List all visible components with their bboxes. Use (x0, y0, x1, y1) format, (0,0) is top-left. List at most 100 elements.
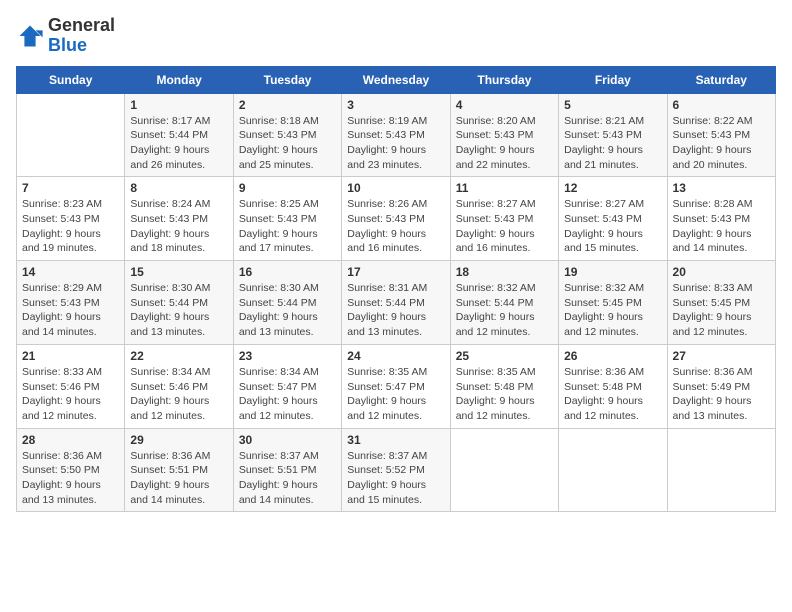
calendar-cell: 26 Sunrise: 8:36 AMSunset: 5:48 PMDayligh… (559, 344, 667, 428)
day-number: 23 (239, 349, 336, 363)
day-number: 12 (564, 181, 661, 195)
day-number: 16 (239, 265, 336, 279)
calendar-cell (667, 428, 775, 512)
day-info: Sunrise: 8:34 AMSunset: 5:46 PMDaylight:… (130, 365, 227, 424)
day-info: Sunrise: 8:37 AMSunset: 5:52 PMDaylight:… (347, 449, 444, 508)
day-info: Sunrise: 8:30 AMSunset: 5:44 PMDaylight:… (130, 281, 227, 340)
day-number: 5 (564, 98, 661, 112)
calendar-cell: 2Sunrise: 8:18 AMSunset: 5:43 PMDaylight… (233, 93, 341, 177)
day-info: Sunrise: 8:23 AMSunset: 5:43 PMDaylight:… (22, 197, 119, 256)
calendar-cell: 4 Sunrise: 8:20 AMSunset: 5:43 PMDaylight… (450, 93, 558, 177)
calendar-cell: 13 Sunrise: 8:28 AMSunset: 5:43 PMDayligh… (667, 177, 775, 261)
day-info: Sunrise: 8:36 AMSunset: 5:51 PMDaylight:… (130, 449, 227, 508)
day-info: Sunrise: 8:26 AMSunset: 5:43 PMDaylight:… (347, 197, 444, 256)
calendar-cell: 12 Sunrise: 8:27 AMSunset: 5:43 PMDayligh… (559, 177, 667, 261)
day-info: Sunrise: 8:29 AMSunset: 5:43 PMDaylight:… (22, 281, 119, 340)
day-number: 4 (456, 98, 553, 112)
day-number: 25 (456, 349, 553, 363)
day-number: 18 (456, 265, 553, 279)
day-info: Sunrise: 8:36 AMSunset: 5:48 PMDaylight:… (564, 365, 661, 424)
calendar-cell: 15Sunrise: 8:30 AMSunset: 5:44 PMDayligh… (125, 261, 233, 345)
calendar-cell: 29 Sunrise: 8:36 AMSunset: 5:51 PMDayligh… (125, 428, 233, 512)
day-number: 14 (22, 265, 119, 279)
day-info: Sunrise: 8:36 AMSunset: 5:49 PMDaylight:… (673, 365, 770, 424)
day-info: Sunrise: 8:35 AMSunset: 5:47 PMDaylight:… (347, 365, 444, 424)
day-number: 11 (456, 181, 553, 195)
day-number: 26 (564, 349, 661, 363)
day-number: 6 (673, 98, 770, 112)
calendar-cell: 8Sunrise: 8:24 AMSunset: 5:43 PMDaylight… (125, 177, 233, 261)
day-info: Sunrise: 8:36 AMSunset: 5:50 PMDaylight:… (22, 449, 119, 508)
day-info: Sunrise: 8:17 AMSunset: 5:44 PMDaylight:… (130, 114, 227, 173)
logo-icon (16, 22, 44, 50)
col-header-tuesday: Tuesday (233, 66, 341, 93)
day-info: Sunrise: 8:32 AMSunset: 5:44 PMDaylight:… (456, 281, 553, 340)
day-info: Sunrise: 8:28 AMSunset: 5:43 PMDaylight:… (673, 197, 770, 256)
day-number: 28 (22, 433, 119, 447)
calendar-cell: 7 Sunrise: 8:23 AMSunset: 5:43 PMDaylight… (17, 177, 125, 261)
calendar-cell (559, 428, 667, 512)
logo-line1: General (48, 16, 115, 36)
day-number: 27 (673, 349, 770, 363)
day-info: Sunrise: 8:25 AMSunset: 5:43 PMDaylight:… (239, 197, 336, 256)
day-info: Sunrise: 8:35 AMSunset: 5:48 PMDaylight:… (456, 365, 553, 424)
day-info: Sunrise: 8:37 AMSunset: 5:51 PMDaylight:… (239, 449, 336, 508)
day-info: Sunrise: 8:33 AMSunset: 5:46 PMDaylight:… (22, 365, 119, 424)
day-info: Sunrise: 8:32 AMSunset: 5:45 PMDaylight:… (564, 281, 661, 340)
calendar-cell: 1 Sunrise: 8:17 AMSunset: 5:44 PMDaylight… (125, 93, 233, 177)
col-header-thursday: Thursday (450, 66, 558, 93)
day-info: Sunrise: 8:27 AMSunset: 5:43 PMDaylight:… (564, 197, 661, 256)
day-info: Sunrise: 8:21 AMSunset: 5:43 PMDaylight:… (564, 114, 661, 173)
calendar-cell: 11 Sunrise: 8:27 AMSunset: 5:43 PMDayligh… (450, 177, 558, 261)
day-number: 30 (239, 433, 336, 447)
calendar-cell: 19 Sunrise: 8:32 AMSunset: 5:45 PMDayligh… (559, 261, 667, 345)
calendar-cell: 20 Sunrise: 8:33 AMSunset: 5:45 PMDayligh… (667, 261, 775, 345)
day-info: Sunrise: 8:22 AMSunset: 5:43 PMDaylight:… (673, 114, 770, 173)
calendar-cell: 16 Sunrise: 8:30 AMSunset: 5:44 PMDayligh… (233, 261, 341, 345)
day-number: 31 (347, 433, 444, 447)
calendar-table: SundayMondayTuesdayWednesdayThursdayFrid… (16, 66, 776, 513)
calendar-cell: 6 Sunrise: 8:22 AMSunset: 5:43 PMDaylight… (667, 93, 775, 177)
col-header-saturday: Saturday (667, 66, 775, 93)
calendar-cell: 14 Sunrise: 8:29 AMSunset: 5:43 PMDayligh… (17, 261, 125, 345)
calendar-cell: 30 Sunrise: 8:37 AMSunset: 5:51 PMDayligh… (233, 428, 341, 512)
day-number: 9 (239, 181, 336, 195)
calendar-cell: 31 Sunrise: 8:37 AMSunset: 5:52 PMDayligh… (342, 428, 450, 512)
day-number: 20 (673, 265, 770, 279)
day-number: 7 (22, 181, 119, 195)
day-number: 24 (347, 349, 444, 363)
col-header-monday: Monday (125, 66, 233, 93)
calendar-cell: 5 Sunrise: 8:21 AMSunset: 5:43 PMDaylight… (559, 93, 667, 177)
day-info: Sunrise: 8:31 AMSunset: 5:44 PMDaylight:… (347, 281, 444, 340)
day-info: Sunrise: 8:19 AMSunset: 5:43 PMDaylight:… (347, 114, 444, 173)
logo: General Blue (16, 16, 115, 56)
logo-line2: Blue (48, 36, 115, 56)
calendar-cell: 21 Sunrise: 8:33 AMSunset: 5:46 PMDayligh… (17, 344, 125, 428)
day-info: Sunrise: 8:24 AMSunset: 5:43 PMDaylight:… (130, 197, 227, 256)
day-info: Sunrise: 8:34 AMSunset: 5:47 PMDaylight:… (239, 365, 336, 424)
calendar-cell: 9 Sunrise: 8:25 AMSunset: 5:43 PMDaylight… (233, 177, 341, 261)
day-number: 10 (347, 181, 444, 195)
day-number: 19 (564, 265, 661, 279)
calendar-cell: 24 Sunrise: 8:35 AMSunset: 5:47 PMDayligh… (342, 344, 450, 428)
day-info: Sunrise: 8:30 AMSunset: 5:44 PMDaylight:… (239, 281, 336, 340)
day-info: Sunrise: 8:33 AMSunset: 5:45 PMDaylight:… (673, 281, 770, 340)
calendar-cell: 25 Sunrise: 8:35 AMSunset: 5:48 PMDayligh… (450, 344, 558, 428)
day-number: 13 (673, 181, 770, 195)
calendar-cell: 3 Sunrise: 8:19 AMSunset: 5:43 PMDaylight… (342, 93, 450, 177)
col-header-friday: Friday (559, 66, 667, 93)
day-number: 2 (239, 98, 336, 112)
calendar-cell (450, 428, 558, 512)
calendar-cell: 28 Sunrise: 8:36 AMSunset: 5:50 PMDayligh… (17, 428, 125, 512)
day-number: 22 (130, 349, 227, 363)
day-number: 29 (130, 433, 227, 447)
col-header-sunday: Sunday (17, 66, 125, 93)
calendar-cell: 22 Sunrise: 8:34 AMSunset: 5:46 PMDayligh… (125, 344, 233, 428)
day-info: Sunrise: 8:20 AMSunset: 5:43 PMDaylight:… (456, 114, 553, 173)
calendar-cell: 23 Sunrise: 8:34 AMSunset: 5:47 PMDayligh… (233, 344, 341, 428)
col-header-wednesday: Wednesday (342, 66, 450, 93)
day-info: Sunrise: 8:27 AMSunset: 5:43 PMDaylight:… (456, 197, 553, 256)
day-number: 1 (130, 98, 227, 112)
day-number: 3 (347, 98, 444, 112)
day-number: 21 (22, 349, 119, 363)
